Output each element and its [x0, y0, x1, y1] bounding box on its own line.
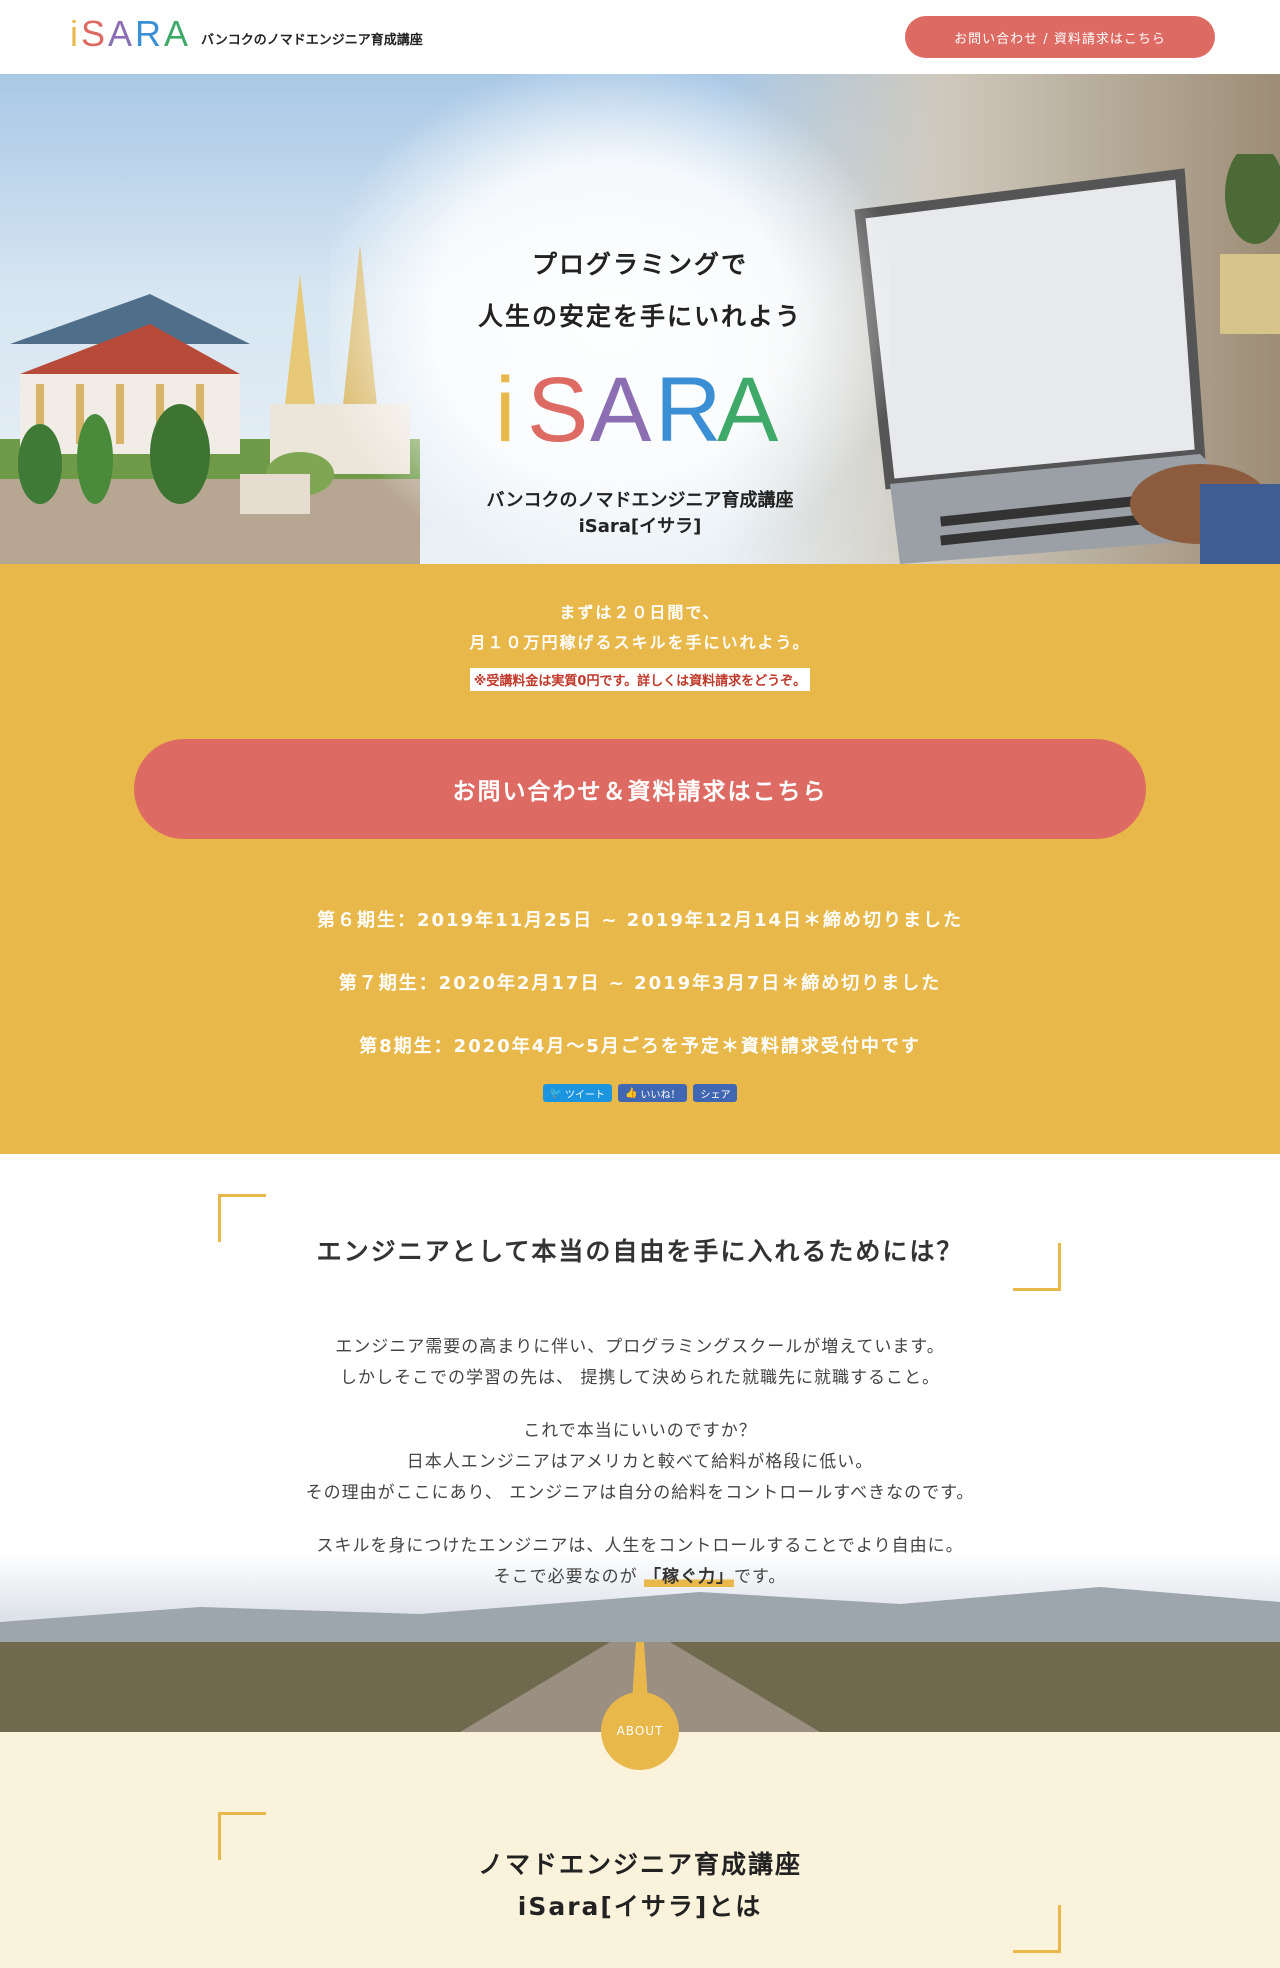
- hero-logo-letter: A: [717, 361, 779, 456]
- logo-letter: i: [70, 13, 81, 54]
- hero-logo-letter: S: [527, 361, 588, 456]
- hero-headline-line2: 人生の安定を手にいれよう: [477, 302, 802, 331]
- cta-lead-line1: まずは２０日間で、: [559, 603, 721, 622]
- site-logo[interactable]: iSARA バンコクのノマドエンジニア育成講座: [70, 16, 423, 52]
- logo-letter: S: [81, 13, 109, 54]
- contact-request-button[interactable]: お問い合わせ＆資料請求はこちら: [134, 739, 1146, 839]
- earning-power-highlight: 「稼ぐ力」: [644, 1567, 735, 1587]
- body-line: しかしそこでの学習の先は、 提携して決められた就職先に就職すること。: [340, 1368, 940, 1388]
- logo-letter: A: [164, 13, 192, 54]
- term-7: 第７期生：2020年2月17日 ~ 2019年3月7日＊締め切りました: [338, 973, 942, 994]
- cta-section: まずは２０日間で、 月１０万円稼げるスキルを手にいれよう。 ※受講料金は実質0円…: [0, 564, 1280, 1154]
- hero-brand-name: iSara[イサラ]: [578, 516, 702, 537]
- hero-logo-letter: R: [655, 361, 721, 456]
- body-line: 日本人エンジニアはアメリカと較べて給料が格段に低い。: [406, 1452, 874, 1472]
- body-line: です。: [734, 1567, 787, 1587]
- hero-headline-line1: プログラミングで: [531, 250, 748, 279]
- like-label: いいね！: [640, 1089, 681, 1101]
- site-subtitle: バンコクのノマドエンジニア育成講座: [201, 33, 423, 48]
- fee-note: ※受講料金は実質0円です。詳しくは資料請求をどうぞ。: [469, 668, 811, 691]
- twitter-bird-icon: 🐦: [549, 1087, 562, 1099]
- body-line: エンジニア需要の高まりに伴い、プログラミングスクールが増えています。: [335, 1337, 945, 1357]
- hero: プログラミングで 人生の安定を手にいれよう i S A R A バンコクのノマド…: [0, 74, 1280, 564]
- tweet-label: ツイート: [565, 1089, 605, 1101]
- about-title-line1: ノマドエンジニア育成講座: [477, 1850, 802, 1879]
- term-6: 第６期生：2019年11月25日 ~ 2019年12月14日＊締め切りました: [316, 910, 963, 931]
- tweet-button[interactable]: 🐦 ツイート: [542, 1084, 612, 1102]
- freedom-section: エンジニアとして本当の自由を手に入れるためには？ エンジニア需要の高まりに伴い、…: [0, 1154, 1280, 1732]
- logo-letter: A: [108, 13, 136, 54]
- share-button[interactable]: シェア: [693, 1084, 738, 1102]
- about-title: ノマドエンジニア育成講座 iSara[イサラ]とは: [0, 1844, 1280, 1928]
- share-buttons: 🐦 ツイート 👍 いいね！ シェア: [0, 1084, 1280, 1102]
- body-line: その理由がここにあり、 エンジニアは自分の給料をコントロールすべきなのです。: [305, 1483, 975, 1503]
- body-line: これで本当にいいのですか？: [523, 1421, 757, 1441]
- about-section: ABOUT ノマドエンジニア育成講座 iSara[イサラ]とは: [0, 1692, 1280, 1968]
- cta-lead-line2: 月１０万円稼げるスキルを手にいれよう。: [469, 633, 811, 652]
- isara-hero-logo: i S A R A: [495, 361, 779, 456]
- hero-subtitle: バンコクのノマドエンジニア育成講座: [486, 490, 794, 511]
- hero-logo-letter: i: [495, 361, 515, 456]
- isara-logo-mark: iSARA: [70, 16, 191, 52]
- body-line: スキルを身につけたエンジニアは、人生をコントロールすることでより自由に。: [316, 1536, 964, 1556]
- freedom-title: エンジニアとして本当の自由を手に入れるためには？: [316, 1237, 964, 1266]
- body-line: そこで必要なのが: [493, 1567, 645, 1587]
- thumbs-up-icon: 👍: [625, 1087, 638, 1099]
- about-badge: ABOUT: [601, 1692, 679, 1770]
- hero-logo-letter: A: [590, 361, 652, 456]
- like-button[interactable]: 👍 いいね！: [618, 1084, 688, 1102]
- header-contact-button[interactable]: お問い合わせ / 資料請求はこちら: [905, 16, 1215, 58]
- freedom-body: エンジニア需要の高まりに伴い、プログラミングスクールが増えています。 しかしそこで…: [0, 1332, 1280, 1615]
- site-header: iSARA バンコクのノマドエンジニア育成講座 お問い合わせ / 資料請求はこち…: [0, 0, 1280, 74]
- term-schedule: 第６期生：2019年11月25日 ~ 2019年12月14日＊締め切りました 第…: [0, 889, 1280, 1078]
- about-title-line2: iSara[イサラ]とは: [517, 1892, 763, 1921]
- term-8: 第8期生：2020年4月〜5月ごろを予定＊資料請求受付中です: [359, 1036, 921, 1057]
- hero-copy: プログラミングで 人生の安定を手にいれよう i S A R A バンコクのノマド…: [0, 239, 1280, 540]
- logo-letter: R: [135, 13, 165, 54]
